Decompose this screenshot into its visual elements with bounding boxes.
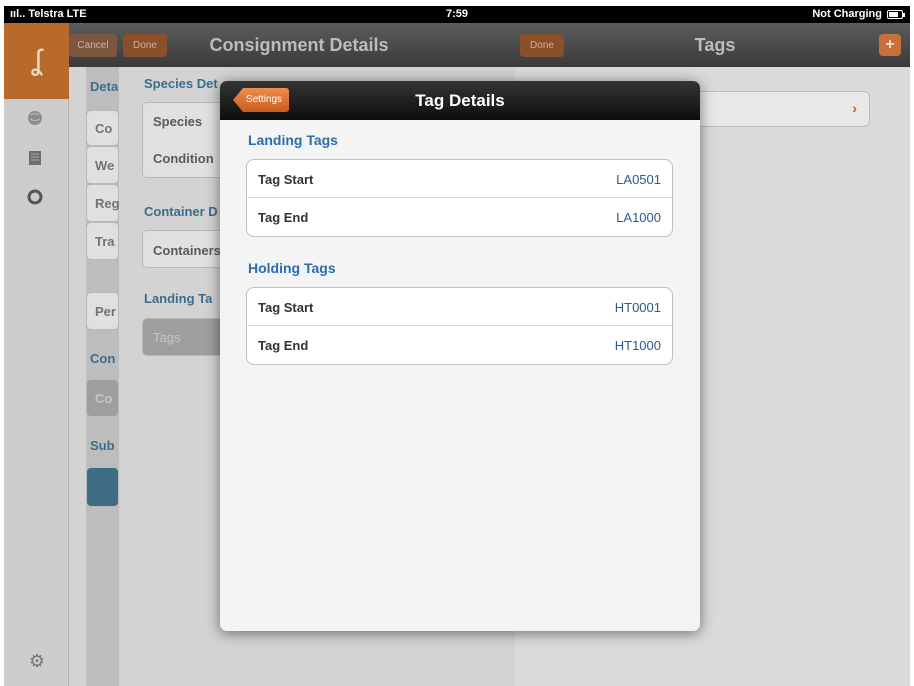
clock: 7:59 [445, 8, 469, 20]
row-value: LA0501 [616, 172, 661, 187]
globe-icon[interactable] [24, 107, 46, 129]
weight-cell[interactable]: We [86, 146, 119, 184]
consignment-cell[interactable]: Co [86, 110, 119, 146]
detail-done-button[interactable]: Done [520, 34, 564, 57]
transport-cell[interactable]: Tra [86, 222, 119, 260]
ipad-screen: ııl.. Telstra LTE 7:59 Not Charging ʆ ⚙ … [0, 0, 914, 686]
chevron-right-icon: › [852, 100, 857, 116]
lifebuoy-icon[interactable] [24, 186, 46, 208]
submit-header: Sub [90, 438, 115, 453]
species-label[interactable]: Species [153, 114, 202, 129]
details-header: Deta [90, 79, 119, 94]
condition-label[interactable]: Condition [153, 151, 214, 166]
master-title: Consignment Details [209, 35, 389, 55]
consignee-cell[interactable]: Co [86, 379, 119, 417]
sidebar: ʆ ⚙ [4, 23, 69, 686]
landing-tags-title: Landing Tags [248, 132, 338, 148]
region-cell[interactable]: Reg [86, 184, 120, 222]
container-details-header: Container D [144, 204, 218, 219]
details-column: Deta Co We Reg Tra Per Con Co Sub [86, 67, 120, 686]
tag-details-popover: Settings Tag Details Landing Tags Tag St… [220, 81, 700, 631]
status-bar: ııl.. Telstra LTE 7:59 Not Charging [4, 6, 910, 23]
hook-logo-icon[interactable]: ʆ [4, 23, 69, 99]
species-details-header: Species Det [144, 76, 218, 91]
row-label: Tag End [258, 338, 309, 353]
tag-list-row[interactable]: › [685, 91, 870, 127]
containers-label: Containers [153, 243, 221, 258]
holding-tag-end-row[interactable]: Tag End HT1000 [247, 326, 672, 364]
submit-button[interactable] [86, 467, 119, 507]
row-label: Tag End [258, 210, 309, 225]
battery-icon [887, 10, 905, 19]
done-button[interactable]: Done [123, 34, 167, 57]
popover-navbar: Settings Tag Details [220, 81, 700, 120]
consignee-header: Con [90, 351, 116, 366]
detail-title: Tags [694, 35, 736, 55]
row-label: Tag Start [258, 300, 314, 315]
containers-cell[interactable]: Containers [142, 230, 232, 268]
row-value: HT0001 [614, 300, 661, 315]
landing-tags-group: Tag Start LA0501 Tag End LA1000 [246, 159, 673, 237]
document-icon[interactable] [24, 147, 46, 169]
species-group: Species Condition [142, 102, 232, 178]
landing-tag-start-row[interactable]: Tag Start LA0501 [247, 160, 672, 198]
row-value: LA1000 [616, 210, 661, 225]
permit-cell[interactable]: Per [86, 292, 119, 330]
consignment-label: Co [95, 121, 113, 136]
plus-icon[interactable]: + [879, 34, 901, 56]
detail-navbar: Done Tags + [515, 23, 910, 67]
row-value: HT1000 [614, 338, 661, 353]
holding-tags-title: Holding Tags [248, 260, 336, 276]
cancel-button[interactable]: Cancel [69, 34, 117, 57]
row-label: Tag Start [258, 172, 314, 187]
gear-icon[interactable]: ⚙ [26, 651, 48, 673]
holding-tag-start-row[interactable]: Tag Start HT0001 [247, 288, 672, 326]
region-label: Reg [95, 196, 120, 211]
landing-tags-header: Landing Ta [144, 291, 213, 306]
tags-label: Tags [153, 330, 181, 345]
permit-label: Per [95, 304, 116, 319]
transport-label: Tra [95, 234, 115, 249]
master-navbar: Cancel Done Consignment Details [69, 23, 515, 67]
landing-tag-end-row[interactable]: Tag End LA1000 [247, 198, 672, 236]
tags-cell[interactable]: Tags [142, 318, 232, 356]
weight-label: We [95, 158, 115, 173]
popover-title: Tag Details [415, 91, 505, 110]
holding-tags-group: Tag Start HT0001 Tag End HT1000 [246, 287, 673, 365]
charging-status: Not Charging [812, 8, 882, 20]
consignee-label: Co [95, 391, 113, 406]
